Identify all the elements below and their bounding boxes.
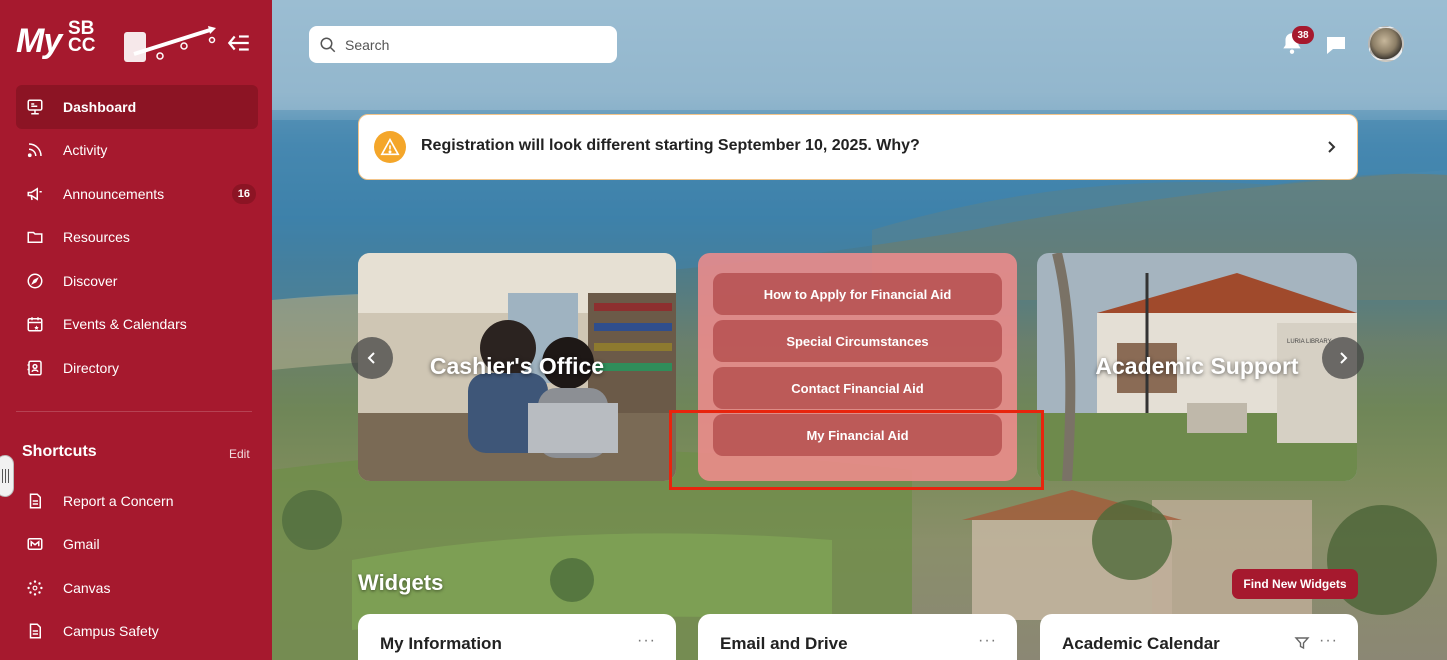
search-box[interactable]: Search	[309, 26, 617, 63]
highlight-annotation	[669, 410, 1044, 490]
chevron-right-icon	[1328, 141, 1336, 153]
chat-icon[interactable]	[1324, 34, 1348, 56]
how-to-apply-financial-aid-link[interactable]: How to Apply for Financial Aid	[713, 273, 1002, 315]
banner-text: Registration will look different startin…	[421, 137, 920, 154]
carousel-prev-button[interactable]	[351, 337, 393, 379]
more-options-icon[interactable]: ···	[978, 632, 997, 650]
sidebar-item-label: Resources	[63, 229, 130, 246]
mysbcc-logo[interactable]: My SB CC	[16, 18, 216, 70]
more-options-icon[interactable]: ···	[1319, 632, 1338, 650]
shortcuts-title: Shortcuts	[22, 443, 97, 460]
sidebar-item-activity[interactable]: Activity	[16, 129, 258, 173]
academic-support-card[interactable]: LURIA LIBRARY Academic Support	[1037, 253, 1357, 481]
shortcuts-list: Report a Concern Gmail Canvas Campus Saf…	[16, 479, 258, 653]
search-icon	[320, 37, 336, 52]
sidebar-item-resources[interactable]: Resources	[16, 216, 258, 260]
dashboard-icon	[25, 97, 45, 117]
main-area: Search 38 Registration will look differe…	[272, 0, 1447, 660]
sidebar-item-label: Announcements	[63, 185, 165, 202]
shortcut-canvas[interactable]: Canvas	[16, 566, 258, 610]
canvas-icon	[25, 578, 45, 598]
contact-financial-aid-link[interactable]: Contact Financial Aid	[713, 367, 1002, 409]
sidebar: My SB CC Dashboard Activity Announcement…	[0, 0, 272, 660]
shortcut-label: Campus Safety	[63, 623, 159, 640]
widget-title: Academic Calendar	[1062, 634, 1220, 653]
sidebar-item-discover[interactable]: Discover	[16, 259, 258, 303]
sidebar-item-announcements[interactable]: Announcements 16	[16, 172, 258, 216]
compass-icon	[25, 271, 45, 291]
warning-icon	[374, 131, 406, 163]
folder-icon	[25, 227, 45, 247]
shortcut-campus-safety[interactable]: Campus Safety	[16, 610, 258, 654]
sidebar-nav: Dashboard Activity Announcements 16 Reso…	[16, 85, 258, 390]
logo-sbcc-text: SB CC	[68, 18, 96, 56]
more-options-icon[interactable]: ···	[637, 632, 656, 650]
sidebar-item-label: Events & Calendars	[63, 316, 187, 333]
sidebar-item-label: Activity	[63, 142, 108, 159]
user-avatar[interactable]	[1368, 26, 1404, 62]
sidebar-resize-handle[interactable]	[0, 455, 14, 497]
directory-icon	[25, 358, 45, 378]
sidebar-item-label: Directory	[63, 359, 120, 376]
shortcut-gmail[interactable]: Gmail	[16, 523, 258, 567]
find-new-widgets-button[interactable]: Find New Widgets	[1232, 569, 1358, 599]
collapse-sidebar-icon[interactable]	[226, 30, 252, 56]
chevron-left-icon	[367, 352, 375, 364]
document-icon	[25, 621, 45, 641]
shortcuts-edit-link[interactable]: Edit	[229, 447, 250, 461]
megaphone-icon	[25, 184, 45, 204]
chevron-right-icon	[1340, 352, 1348, 364]
special-circumstances-link[interactable]: Special Circumstances	[713, 320, 1002, 362]
calendar-icon	[25, 314, 45, 334]
search-placeholder: Search	[345, 36, 390, 53]
email-and-drive-widget: Email and Drive ···	[698, 614, 1017, 660]
widget-title: My Information	[380, 634, 502, 653]
cashiers-office-card[interactable]: Cashier's Office	[358, 253, 676, 481]
logo-pencil-art	[124, 26, 216, 62]
widgets-heading: Widgets	[358, 570, 444, 595]
notifications-count-badge: 38	[1292, 26, 1314, 44]
registration-banner[interactable]: Registration will look different startin…	[358, 114, 1358, 180]
filter-icon[interactable]	[1294, 635, 1310, 651]
sidebar-divider	[16, 411, 252, 412]
activity-icon	[25, 140, 45, 160]
widget-title: Email and Drive	[720, 634, 848, 653]
library-sign: LURIA LIBRARY	[1287, 339, 1332, 345]
shortcut-label: Report a Concern	[63, 492, 174, 509]
shortcut-label: Canvas	[63, 579, 111, 596]
mail-icon	[25, 534, 45, 554]
cashiers-office-title: Cashier's Office	[429, 353, 605, 379]
sidebar-item-label: Dashboard	[63, 98, 137, 115]
sidebar-item-dashboard[interactable]: Dashboard	[16, 85, 258, 129]
announcements-count-badge: 16	[231, 184, 256, 204]
sidebar-item-events-calendars[interactable]: Events & Calendars	[16, 303, 258, 347]
sidebar-item-label: Discover	[63, 272, 118, 289]
carousel-next-button[interactable]	[1322, 337, 1364, 379]
academic-calendar-widget: Academic Calendar ···	[1040, 614, 1358, 660]
logo-my-text: My	[16, 22, 62, 60]
sidebar-item-directory[interactable]: Directory	[16, 346, 258, 390]
shortcut-report-a-concern[interactable]: Report a Concern	[16, 479, 258, 523]
my-information-widget: My Information ···	[358, 614, 676, 660]
document-icon	[25, 491, 45, 511]
shortcut-label: Gmail	[63, 536, 100, 553]
academic-support-title: Academic Support	[1095, 353, 1299, 379]
